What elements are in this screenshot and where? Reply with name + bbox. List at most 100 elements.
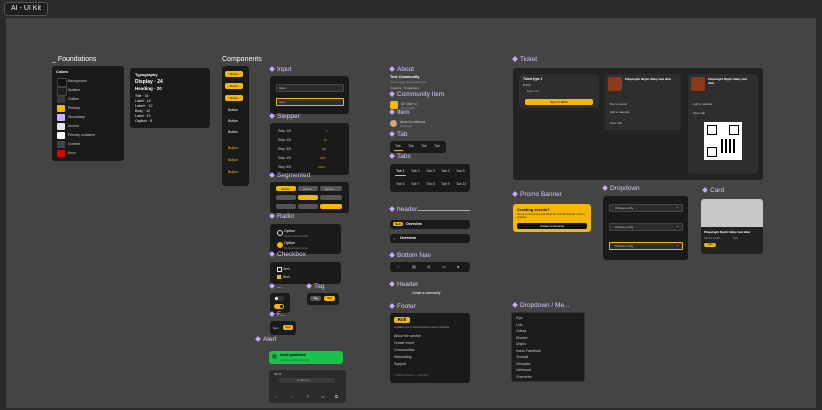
section-alert[interactable]: Alert — [255, 336, 276, 343]
button-primary[interactable]: Button — [225, 71, 243, 77]
section-header-lower[interactable]: header — [389, 206, 417, 213]
section-item[interactable]: Item — [389, 109, 410, 116]
button-primary[interactable]: Button — [225, 83, 243, 89]
menu-item[interactable]: Kharkiv — [516, 336, 528, 340]
tab[interactable]: Tab 5 — [456, 169, 465, 173]
segment[interactable] — [298, 204, 318, 209]
event-title[interactable]: Playwright Night: Baby tied after — [708, 77, 754, 85]
tag[interactable]: Tag — [310, 296, 321, 301]
tab[interactable]: Tab 2 — [411, 169, 420, 173]
tab[interactable]: Tab 3 — [426, 169, 435, 173]
ticket-action[interactable]: Add to calendar — [693, 102, 713, 106]
stepper-dots[interactable]: ••• — [322, 146, 326, 151]
button-text[interactable]: Button — [228, 130, 238, 134]
menu-item[interactable]: Chernivtsi — [516, 375, 532, 379]
forward-icon[interactable]: › — [291, 394, 292, 399]
section-radio[interactable]: Radio — [269, 213, 294, 220]
section-dropdown[interactable]: Dropdown — [602, 185, 640, 192]
tag-selected[interactable]: Tag — [324, 296, 335, 301]
radio-button[interactable] — [277, 230, 283, 236]
dropdown-field[interactable]: Choose a city ⌄ — [609, 204, 683, 212]
segment[interactable] — [320, 195, 342, 200]
open-qr-action[interactable]: Open QR — [610, 121, 622, 125]
share-icon[interactable]: ⇪ — [306, 394, 309, 399]
checkbox-checked[interactable] — [277, 275, 281, 279]
tab[interactable]: Tab 4 — [441, 169, 450, 173]
dropdown-field-focused[interactable]: Choose a city ⌄ — [609, 242, 683, 250]
tab[interactable]: Tab 10 — [456, 182, 467, 186]
section-ticket[interactable]: Ticket — [512, 56, 537, 63]
back-chevron-icon[interactable]: ‹ — [394, 236, 395, 241]
section-footer[interactable]: Footer — [389, 303, 416, 310]
tab[interactable]: Tab 7 — [411, 182, 420, 186]
input-field[interactable]: Input — [276, 84, 344, 92]
segment[interactable]: Option — [298, 186, 318, 191]
button-link[interactable]: Button — [228, 158, 238, 162]
people-icon[interactable]: ◎ — [427, 264, 431, 269]
home-icon[interactable]: ⌂ — [397, 264, 399, 269]
alert-success[interactable]: Invite published Lorem ipsum dolor sit — [269, 351, 343, 364]
section-about[interactable]: About — [389, 66, 414, 73]
section-card[interactable]: Card — [702, 187, 724, 194]
filter-chip-selected[interactable]: Item — [283, 325, 293, 330]
section-toggle[interactable]: ... — [269, 283, 282, 290]
section-dropdown-menu[interactable]: Dropdown / Me... — [512, 302, 570, 309]
menu-item[interactable]: Dnipro — [516, 342, 526, 346]
profile-icon[interactable]: ● — [457, 264, 459, 269]
section-checkbox[interactable]: Checkbox — [269, 251, 306, 258]
bookmarks-icon[interactable]: ▭ — [321, 394, 325, 399]
footer-link[interactable]: Communities — [394, 348, 414, 352]
section-input[interactable]: Input — [269, 66, 291, 73]
ticket-option[interactable]: Early bird — [527, 89, 539, 93]
tab[interactable]: Tab — [395, 144, 401, 148]
tab[interactable]: Tab 1 — [396, 169, 405, 173]
ticket-action[interactable]: Buy to rewind — [610, 102, 627, 106]
footer-link[interactable]: Support — [394, 362, 406, 366]
event-card[interactable]: Playwright Night: Baby tied after Oct 24… — [701, 199, 763, 254]
stepper-dots[interactable]: • — [326, 128, 327, 133]
section-promo-banner[interactable]: Promo Banner — [512, 191, 562, 198]
url-bar[interactable]: ai-uikit.com — [279, 378, 335, 383]
menu-item[interactable]: Ternopil — [516, 355, 528, 359]
tab[interactable]: Tab — [434, 144, 440, 148]
stepper-dots[interactable]: •• — [324, 137, 327, 142]
section-filter[interactable]: F... — [269, 311, 286, 318]
stepper-dots[interactable]: ••••• — [318, 164, 325, 169]
tabs-icon[interactable]: ⧉ — [335, 394, 338, 399]
checkbox[interactable] — [277, 267, 282, 272]
tab[interactable]: Tab 6 — [396, 182, 405, 186]
menu-item[interactable]: Lviv — [516, 323, 522, 327]
button-text[interactable]: Button — [228, 108, 238, 112]
button-text[interactable]: Button — [228, 119, 238, 123]
radio-button-selected[interactable] — [277, 242, 283, 248]
section-tag[interactable]: Tag — [306, 283, 324, 290]
filter-chip[interactable]: Item — [273, 326, 279, 330]
tab[interactable]: Tab 9 — [441, 182, 450, 186]
dropdown-field[interactable]: Choose a city ⌄ — [609, 223, 683, 231]
segment[interactable] — [276, 204, 296, 209]
section-tabs[interactable]: Tabs — [389, 153, 411, 160]
stepper-dots[interactable]: •••• — [320, 155, 326, 160]
button-link[interactable]: Button — [228, 146, 238, 150]
menu-item[interactable]: Odesa — [516, 329, 526, 333]
section-components[interactable]: Components — [222, 56, 262, 63]
segment-selected[interactable] — [320, 204, 342, 209]
menu-item[interactable]: Ivano-Frankivsk — [516, 349, 541, 353]
event-title[interactable]: Playwright Night: Baby tied after — [625, 77, 677, 81]
section-tab[interactable]: Tab — [389, 131, 407, 138]
input-field-focused[interactable]: Input — [276, 98, 344, 106]
back-icon[interactable]: ‹ — [276, 394, 277, 399]
footer-link[interactable]: Create event — [394, 341, 414, 345]
menu-item[interactable]: Uzhhorod — [516, 368, 531, 372]
section-segmented[interactable]: Segmented — [269, 172, 310, 179]
footer-link[interactable]: About the service — [394, 334, 421, 338]
section-bottom-nav[interactable]: Bottom Nav — [389, 252, 431, 259]
toggle-on[interactable] — [274, 304, 284, 309]
section-community-item[interactable]: Community Item — [389, 91, 444, 98]
segment[interactable] — [276, 195, 296, 200]
ticket-action[interactable]: Add to calendar — [610, 110, 630, 114]
section-foundations[interactable]: _ Foundations — [52, 56, 96, 63]
create-community-button[interactable]: Create community — [517, 223, 587, 229]
footer-link[interactable]: Networking — [394, 355, 412, 359]
segment-selected[interactable] — [298, 195, 318, 200]
